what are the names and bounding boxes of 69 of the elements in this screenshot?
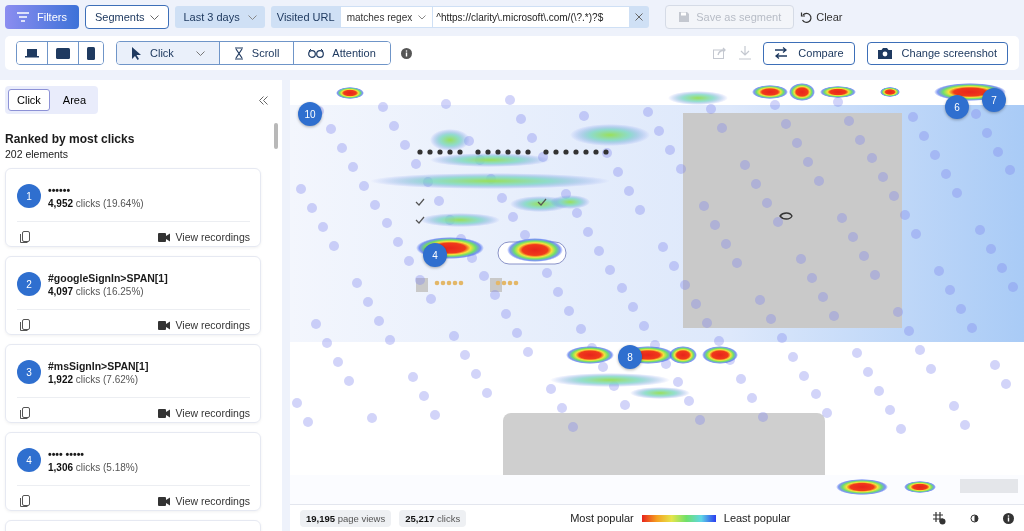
element-card[interactable]: 3 #msSignIn>SPAN[1] 1,922 clicks (7.62%) View recordings <box>5 344 261 423</box>
glasses-icon <box>308 48 325 58</box>
undo-icon <box>800 10 814 24</box>
info-icon[interactable] <box>1003 512 1014 524</box>
page-views-stat: 19,195 page views <box>300 509 392 527</box>
rank-badge: 2 <box>17 272 41 296</box>
video-camera-icon <box>158 232 171 242</box>
filters-button[interactable]: Filters <box>5 5 79 29</box>
copy-icon[interactable] <box>20 231 30 243</box>
clicks-stat: 25,217 clicks <box>399 509 467 527</box>
tablet-icon <box>56 47 70 59</box>
click-count: 1,306 clicks (5.18%) <box>48 461 139 473</box>
laptop-icon <box>25 48 39 58</box>
element-count: 202 elements <box>5 148 69 160</box>
chevron-down-icon <box>247 14 257 20</box>
legend-label: Least popular <box>723 512 791 524</box>
rank-badge: 3 <box>17 360 41 384</box>
chevron-down-icon <box>418 14 427 20</box>
click-count: 4,952 clicks (19.64%) <box>48 197 144 209</box>
date-range-dropdown[interactable]: Last 3 days <box>175 6 265 28</box>
mode-tab[interactable]: Area <box>53 89 96 111</box>
filter-icon <box>17 12 29 22</box>
desktop-view-button[interactable] <box>17 42 48 64</box>
caret-icon <box>195 50 205 56</box>
copy-icon[interactable] <box>20 407 30 419</box>
click-count: 4,097 clicks (16.25%) <box>48 285 145 297</box>
chevron-down-icon <box>150 14 160 20</box>
clear-button[interactable]: Clear <box>800 10 843 24</box>
element-selector: •••• ••••• <box>48 447 85 460</box>
click-count: 1,922 clicks (7.62%) <box>48 373 140 385</box>
scroll-icon <box>233 46 244 60</box>
copy-icon[interactable] <box>20 495 30 507</box>
phone-icon <box>87 46 95 60</box>
view-recordings-link[interactable]: View recordings <box>158 407 250 419</box>
contrast-icon[interactable] <box>968 511 981 525</box>
element-selector: •••••• <box>48 183 72 196</box>
compare-button[interactable]: Compare <box>763 41 855 65</box>
info-icon[interactable] <box>400 47 412 59</box>
close-icon <box>635 12 644 21</box>
swap-icon <box>774 47 789 59</box>
operator-dropdown[interactable]: matches regex <box>340 7 433 27</box>
view-recordings-link[interactable]: View recordings <box>158 319 250 331</box>
view-tab[interactable]: Click <box>117 42 220 64</box>
camera-icon <box>877 47 892 59</box>
video-camera-icon <box>158 320 171 330</box>
element-card[interactable]: 1 •••••• 4,952 clicks (19.64%) View recordings <box>5 168 261 247</box>
element-selector: #googleSignIn>SPAN[1] <box>48 271 168 284</box>
video-camera-icon <box>158 496 171 506</box>
element-selector: #msSignIn>SPAN[1] <box>48 359 149 372</box>
mode-tab[interactable]: Click <box>8 89 50 111</box>
list-heading: Ranked by most clicks <box>5 132 135 146</box>
collapse-icon[interactable] <box>259 95 268 105</box>
hashtag-icon[interactable] <box>932 511 946 525</box>
rank-badge: 1 <box>17 184 41 208</box>
view-recordings-link[interactable]: View recordings <box>158 231 250 243</box>
save-icon <box>678 11 691 23</box>
scrollbar-thumb[interactable] <box>274 123 278 149</box>
view-recordings-link[interactable]: View recordings <box>158 495 250 507</box>
segments-dropdown[interactable]: Segments <box>84 5 170 29</box>
element-card[interactable]: 4 •••• ••••• 1,306 clicks (5.18%) View recordings <box>5 432 261 511</box>
copy-icon[interactable] <box>20 319 30 331</box>
video-camera-icon <box>158 408 171 418</box>
element-card[interactable]: 2 #googleSignIn>SPAN[1] 4,097 clicks (16.25%) View recordings <box>5 256 261 335</box>
filter-label: Visited URL <box>275 11 336 23</box>
url-input-field[interactable]: ^https://clarity\.microsoft\.com/(\?.*)?$ <box>433 7 630 27</box>
legend-label: Most popular <box>570 512 634 524</box>
rank-badge: 4 <box>17 448 41 472</box>
change-screenshot-button[interactable]: Change screenshot <box>866 41 1008 65</box>
cursor-icon <box>131 46 142 60</box>
